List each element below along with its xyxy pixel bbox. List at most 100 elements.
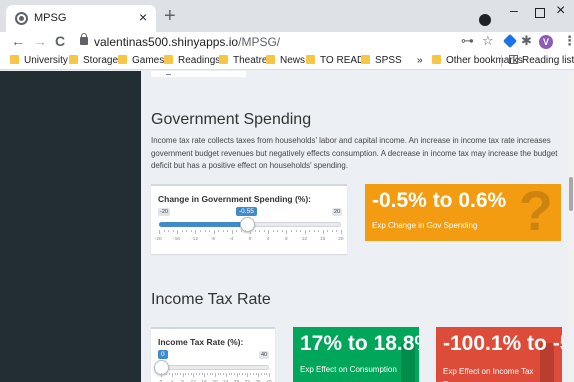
dashboard-body: Government Spending Income tax rate coll… [141,71,574,382]
slider-minor-tick [313,230,315,232]
slider-tick [213,230,215,234]
gov-spending-slider-box: Change in Government Spending (%): -20 2… [151,184,347,254]
favicon-icon [15,12,28,25]
gov-spending-value: -0.5% to 0.6% [372,189,507,212]
slider-tick [250,230,251,234]
slider-tick [204,373,206,377]
previous-box-bottom [151,71,246,77]
bookmark-label: TO READ [320,55,365,66]
url-host: valentinas500.shinyapps.io [94,35,239,49]
slider-minor-tick [295,230,297,232]
gov-spending-title: Government Spending [151,111,312,128]
address-bar[interactable]: valentinas500.shinyapps.io/MPSG/ [94,35,280,49]
profile-indicator-icon[interactable] [479,14,491,26]
bookmark-storage[interactable]: Storage [69,55,118,66]
slider-tick [193,373,195,377]
slider-minor-tick [185,373,187,375]
slider-minor-tick [186,230,188,232]
browser-tab[interactable]: MPSG × [6,5,156,32]
slider-minor-tick [272,230,274,232]
slider-minor-tick [212,373,214,375]
income-tax-slider-label: Income Tax Rate (%): [158,337,244,347]
folder-icon [69,55,78,64]
slider-minor-tick [218,230,220,232]
slider-tick [171,373,173,377]
slider-minor-tick [181,230,183,232]
bookmark-news[interactable]: News [266,55,305,66]
income-tax-slider-box: Income Tax Rate (%): 40 0 04812162024283… [151,327,275,382]
new-tab-button[interactable]: + [164,5,176,27]
bookmark-star-icon[interactable]: ☆ [482,33,494,49]
bookmark-to-read[interactable]: TO READ [306,55,364,66]
slider-tick-label: 0 [248,237,252,242]
slider-tick [159,230,160,234]
reload-button[interactable]: C [55,33,65,49]
back-button[interactable]: ← [11,33,25,49]
slider-minor-tick [196,373,198,375]
reading-list-icon [509,55,518,64]
forward-button[interactable]: → [33,33,47,49]
slider-minor-tick [166,373,168,375]
slider-tick-label: 4 [266,237,270,242]
slider-tick [195,230,197,234]
slider-minor-tick [255,373,257,375]
slider-minor-tick [168,230,170,232]
bookmark-label: Games [132,55,165,66]
slider-tick [161,373,162,377]
bookmarks-bar: University Storage Games Readings Theatr… [0,52,574,70]
slider-minor-tick [206,373,208,375]
menu-icon[interactable]: ⋮ [563,33,574,49]
slider-tick [247,373,249,377]
slider-tick-label: -12 [191,237,199,242]
slider-tick-label: -16 [173,237,180,242]
bookmark-games[interactable]: Games [118,55,164,66]
slider-minor-tick [198,373,200,375]
minimize-button[interactable]: – [510,2,518,18]
gov-spending-slider-handle[interactable] [239,217,255,232]
slider-minor-tick [228,373,230,375]
scrollbar-thumb[interactable] [569,177,573,211]
slider-minor-tick [174,373,176,375]
slider-minor-tick [169,373,171,375]
browser-tab-strip: MPSG × + – × [0,0,574,32]
maximize-button[interactable] [535,8,545,18]
income-tax-slider-track[interactable] [161,365,269,370]
folder-icon [306,55,315,64]
folder-icon [164,55,173,64]
extensions-puzzle-icon[interactable]: ✱ [521,33,532,49]
slider-minor-tick [254,230,256,232]
bookmark-label: SPSS [375,55,402,66]
bookmark-theatre[interactable]: Theatre [219,55,267,66]
slider-minor-tick [204,230,206,232]
bookmark-readings[interactable]: Readings [164,55,220,66]
slider-minor-tick [250,373,252,375]
extension-shield-icon[interactable] [502,33,518,49]
slider-tick-label: 16 [320,237,326,242]
slider-tick [286,230,288,234]
slider-minor-tick [163,373,165,375]
slider-minor-tick [163,230,165,232]
profile-avatar[interactable]: V [539,35,553,49]
bookmark-university[interactable]: University [10,55,68,66]
slider-tick [304,230,306,234]
slider-minor-tick [172,230,174,232]
slider-minor-tick [263,373,265,375]
slider-minor-tick [336,230,338,232]
slider-minor-tick [331,230,333,232]
lock-icon[interactable] [80,33,88,45]
slider-minor-tick [190,373,192,375]
slider-minor-tick [199,230,201,232]
page-scrollbar[interactable] [568,71,574,382]
bookmarks-overflow-button[interactable]: » [417,55,423,66]
key-icon[interactable]: ⊶ [461,33,474,49]
bookmark-spss[interactable]: SPSS [361,55,402,66]
reading-list[interactable]: Reading list [509,55,574,66]
slider-tick-label: 20 [338,237,344,242]
tab-close-icon[interactable]: × [139,9,147,25]
slider-minor-tick [177,373,179,375]
slider-minor-tick [300,230,302,232]
slider-minor-tick [277,230,279,232]
dashboard-sidebar [0,71,141,382]
close-window-button[interactable]: × [556,2,565,20]
slider-minor-tick [242,373,243,375]
